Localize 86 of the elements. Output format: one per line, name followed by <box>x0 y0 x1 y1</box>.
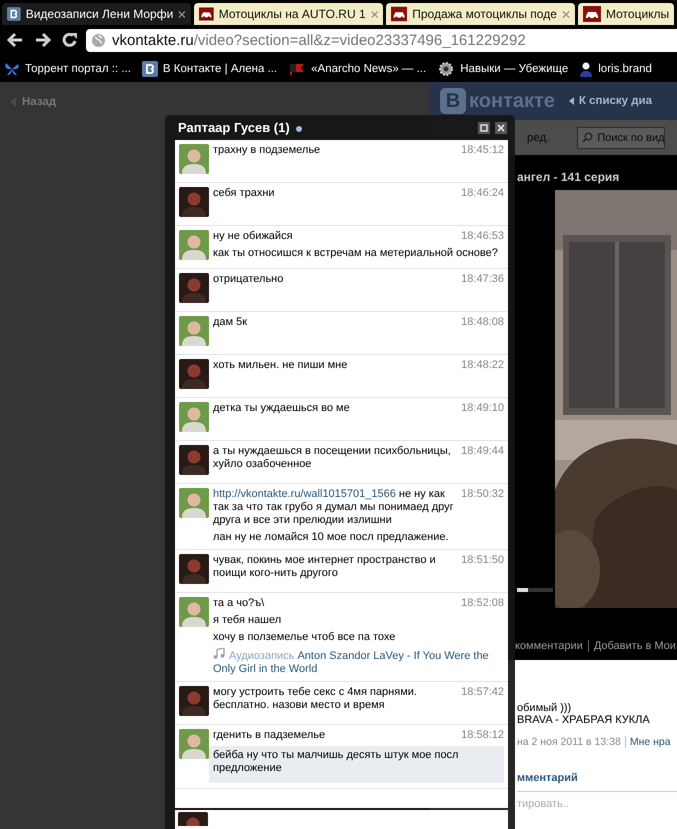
video-link[interactable]: комментарии <box>515 640 583 652</box>
message-text: хоть мильен. не пиши мне <box>213 359 348 372</box>
message-text: гденить в падземелье <box>213 729 326 742</box>
globe-icon <box>91 32 106 48</box>
date-text: на 2 ноя 2011 в 13:38 <box>517 736 621 748</box>
bookmark[interactable]: loris.brand <box>579 60 652 76</box>
chat-title: Раптаар Гусев (1) <box>178 120 290 135</box>
message-text: http://vkontakte.ru/wall1015701_1566 не ну как так за что так грубо я думал мы понимаед друг друга и все эти прелюдии излишни <box>213 488 455 527</box>
reload-icon[interactable] <box>62 32 78 48</box>
person-icon <box>579 60 594 76</box>
message-time: 18:49:10 <box>461 402 504 414</box>
message-text: дам 5к <box>213 316 248 329</box>
seek-bar[interactable] <box>517 588 553 592</box>
browser-tab[interactable]: Мотоциклы на AUTO.RU 1 <box>194 3 383 25</box>
message-time: 18:50:32 <box>461 488 504 500</box>
avatar[interactable] <box>179 554 209 584</box>
avatar[interactable] <box>179 316 209 346</box>
avatar[interactable] <box>179 402 209 432</box>
message-time: 18:48:08 <box>461 316 504 328</box>
avatar[interactable] <box>179 686 209 716</box>
avatar[interactable] <box>179 187 209 217</box>
message-time: 18:57:42 <box>461 686 504 698</box>
avatar[interactable] <box>179 230 209 260</box>
vk-logo-icon <box>142 60 158 76</box>
avatar[interactable] <box>179 729 209 759</box>
search-icon <box>582 132 594 143</box>
message-time: 18:47:36 <box>461 273 504 285</box>
like-link[interactable]: Мне нра <box>624 736 671 748</box>
arrow-icon <box>568 97 574 105</box>
message-time: 18:51:50 <box>461 554 504 566</box>
browser-tab[interactable]: Мотоциклы <box>578 3 674 25</box>
avatar[interactable] <box>179 144 209 174</box>
bookmark[interactable]: Навыки — Убежище <box>437 60 568 76</box>
music-note-icon <box>213 648 225 659</box>
message-time: 18:46:24 <box>461 187 504 199</box>
message-time: 18:58:12 <box>461 729 504 741</box>
message-time: 18:48:22 <box>461 359 504 371</box>
message-text: отрицательно <box>213 273 284 286</box>
message-text: трахну в подземелье <box>213 144 322 157</box>
message-text: я тебя нашел <box>213 614 282 627</box>
car-icon <box>199 6 214 22</box>
avatar[interactable] <box>178 812 208 826</box>
audio-attachment[interactable]: Аудиозапись Anton Szandor LaVey - If You Were the Only Girl in the World <box>213 648 504 676</box>
avatar[interactable] <box>179 359 209 389</box>
close-icon[interactable] <box>495 122 507 134</box>
message-time: 18:49:44 <box>461 445 504 457</box>
message-text: как ты относишся к встречам на метериальной основе? <box>213 247 499 260</box>
avatar[interactable] <box>179 445 209 475</box>
message-text: детка ты уждаешься во ме <box>213 402 351 415</box>
browser-tab[interactable]: Видеозаписи Лени Морфи <box>2 3 191 25</box>
back-to-list-link[interactable]: К списку диа <box>568 95 652 107</box>
message-time: 18:45:12 <box>461 144 504 156</box>
browser-tab[interactable]: Продажа мотоциклы поде <box>386 3 575 25</box>
logo-text: контакте <box>469 90 555 112</box>
message-text: хочу в полземелье чтоб все па тохе <box>213 631 396 644</box>
maximize-icon[interactable] <box>478 122 490 134</box>
video-link[interactable]: Добавить в Мои <box>588 640 676 652</box>
bookmark[interactable]: Торрент портал :: ... <box>4 60 131 76</box>
avatar[interactable] <box>179 273 209 303</box>
message-text: та а чо?ъ\ <box>213 597 266 610</box>
comments-heading: мментарий <box>517 772 677 792</box>
avatar[interactable] <box>179 488 209 518</box>
message-text: могу устроить тебе секс с 4мя парнями. бесплатно. назови место и время <box>213 686 418 712</box>
car-icon <box>583 6 601 22</box>
back-icon[interactable] <box>6 32 24 48</box>
video-title: ангел - 141 серия <box>517 169 620 186</box>
logo-mark: В <box>440 88 466 114</box>
description-text: обимый ))) <box>517 702 572 714</box>
message-text: себя трахни <box>213 187 276 200</box>
car-icon <box>391 6 408 22</box>
message-text: лан ну не ломайся 10 мое посл предлажение. <box>213 531 450 544</box>
forward-icon[interactable] <box>34 32 52 48</box>
message-text: бейба ну что ты малчишь десять штук мое посл предложение <box>209 746 504 783</box>
message-text: а ты нуждаешься в посещении психбольницы, хуйло озабоченное <box>213 445 452 471</box>
avatar[interactable] <box>179 597 209 627</box>
message-link[interactable]: http://vkontakte.ru/wall1015701_1566 <box>213 488 396 500</box>
bookmark[interactable]: «Anarcho News» — ... <box>288 60 426 76</box>
description-text: BRAVA - ХРАБРАЯ КУКЛА <box>517 714 651 726</box>
bookmark[interactable]: В Контакте | Алена ... <box>142 60 278 76</box>
message-time: 18:46:53 <box>461 230 504 242</box>
message-text: ну не обижайся <box>213 230 294 243</box>
message-time: 18:52:08 <box>461 597 504 609</box>
gear-icon <box>437 60 456 76</box>
message-text: чувак, покинь мое интернет пространство и поищи кого-нить другого <box>213 554 437 580</box>
butterfly-icon <box>4 60 20 76</box>
vk-logo-icon <box>7 6 21 22</box>
